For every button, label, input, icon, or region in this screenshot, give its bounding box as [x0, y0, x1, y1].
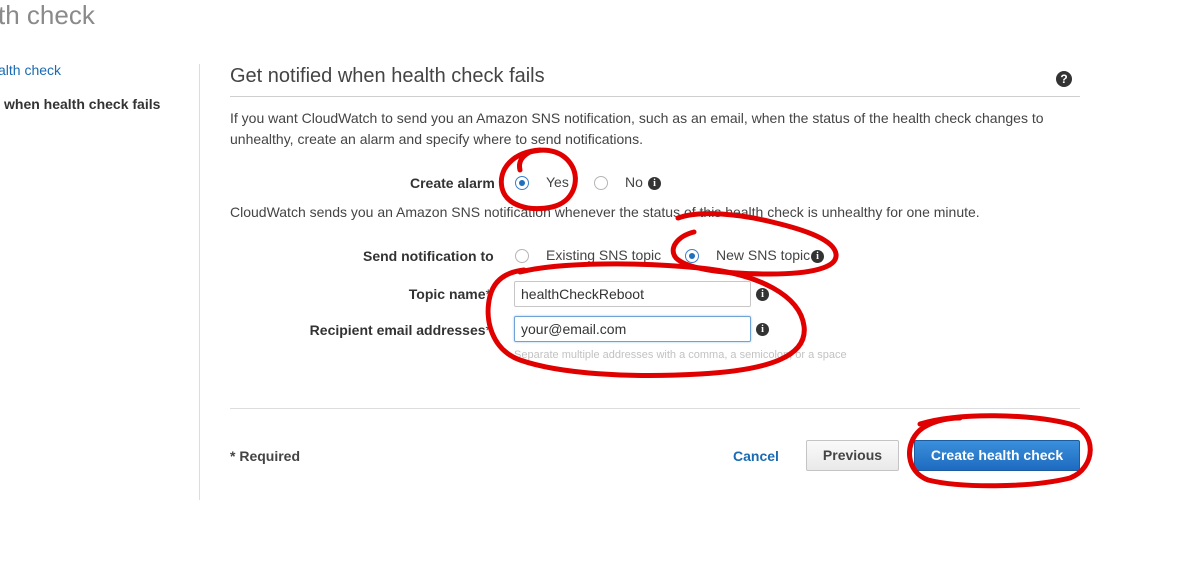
existing-sns-topic-label[interactable]: Existing SNS topic: [546, 247, 661, 263]
section-title: Get notified when health check fails: [230, 65, 545, 87]
recipient-email-hint: Separate multiple addresses with a comma…: [514, 349, 847, 361]
send-notification-label: Send notification to: [363, 248, 494, 264]
topic-name-label: Topic name*: [408, 286, 491, 302]
section-intro: If you want CloudWatch to send you an Am…: [230, 110, 1044, 147]
new-sns-topic-label[interactable]: New SNS topic: [716, 247, 810, 263]
create-alarm-no-radio[interactable]: [594, 176, 608, 190]
alarm-note: CloudWatch sends you an Amazon SNS notif…: [230, 204, 980, 220]
topic-name-input[interactable]: [514, 281, 751, 307]
page-title: th check: [0, 0, 95, 30]
sns-topic-info-icon[interactable]: i: [811, 250, 824, 263]
recipient-email-input[interactable]: [514, 316, 751, 342]
annotation-circle-new-topic: [670, 211, 839, 277]
recipient-email-label: Recipient email addresses*: [309, 322, 491, 338]
footer-divider: [230, 408, 1080, 409]
create-health-check-button[interactable]: Create health check: [914, 440, 1080, 471]
create-alarm-label: Create alarm: [410, 175, 495, 191]
help-icon[interactable]: ?: [1056, 71, 1072, 87]
previous-button[interactable]: Previous: [806, 440, 899, 471]
create-alarm-yes-label[interactable]: Yes: [546, 174, 569, 190]
title-divider: [230, 96, 1080, 97]
recipient-email-info-icon[interactable]: i: [756, 323, 769, 336]
create-alarm-yes-radio[interactable]: [515, 176, 529, 190]
topic-name-info-icon[interactable]: i: [756, 288, 769, 301]
sidebar-item-notifications[interactable]: when health check fails: [4, 96, 160, 112]
create-alarm-no-label[interactable]: No: [625, 174, 643, 190]
sidebar-divider: [199, 64, 200, 500]
create-alarm-info-icon[interactable]: i: [648, 177, 661, 190]
sidebar-item-health-check[interactable]: alth check: [0, 62, 61, 78]
new-sns-topic-radio[interactable]: [685, 249, 699, 263]
existing-sns-topic-radio[interactable]: [515, 249, 529, 263]
required-note: * Required: [230, 448, 301, 464]
cancel-button[interactable]: Cancel: [733, 448, 779, 464]
